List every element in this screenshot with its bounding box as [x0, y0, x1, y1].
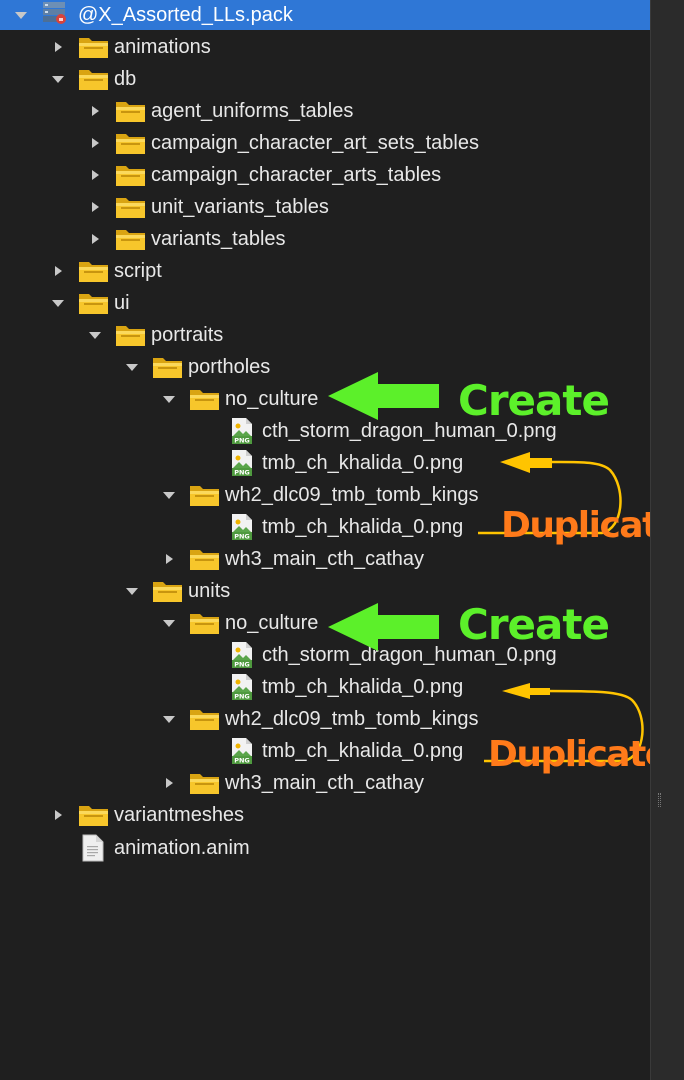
tree-item-label: portraits	[151, 324, 224, 346]
duplicate-annotation: Duplicate	[488, 734, 669, 775]
collapse-arrow-icon[interactable]	[125, 360, 139, 374]
png-file-icon	[230, 737, 254, 765]
tree-item-animation-anim[interactable]: animation.anim	[0, 832, 650, 864]
tree-root-label: @X_Assorted_LLs.pack	[78, 4, 293, 26]
png-file-icon	[230, 641, 254, 669]
png-file-icon	[230, 449, 254, 477]
collapse-arrow-icon[interactable]	[51, 72, 65, 86]
create-annotation: Create	[458, 376, 610, 425]
folder-icon	[152, 579, 183, 603]
tree-item-label: db	[114, 68, 137, 90]
collapse-arrow-icon[interactable]	[162, 488, 176, 502]
tree-item-agent-uniforms-tables[interactable]: agent_uniforms_tables	[0, 95, 650, 127]
tree-item-label: ui	[114, 292, 130, 314]
pack-file-icon	[40, 1, 71, 25]
tree-item-variantmeshes[interactable]: variantmeshes	[0, 799, 650, 831]
expand-arrow-icon[interactable]	[51, 808, 65, 822]
tree-item-campaign-character-art-sets-tables[interactable]: campaign_character_art_sets_tables	[0, 127, 650, 159]
tree-item-label: variantmeshes	[114, 804, 245, 826]
tree-item-animations[interactable]: animations	[0, 31, 650, 63]
tree-item-label: agent_uniforms_tables	[151, 100, 354, 122]
collapse-arrow-icon[interactable]	[125, 584, 139, 598]
folder-icon	[189, 483, 220, 507]
folder-icon	[189, 771, 220, 795]
expand-arrow-icon[interactable]	[162, 776, 176, 790]
tree-item-label: unit_variants_tables	[151, 196, 329, 218]
tree-item-label: tmb_ch_khalida_0.png	[262, 740, 464, 762]
vertical-scrollbar[interactable]	[650, 0, 684, 1080]
collapse-arrow-icon[interactable]	[162, 392, 176, 406]
tree-root-row[interactable]: @X_Assorted_LLs.pack	[0, 0, 650, 30]
folder-icon	[78, 67, 109, 91]
tree-item-db[interactable]: db	[0, 63, 650, 95]
folder-icon	[189, 387, 220, 411]
folder-icon	[115, 227, 146, 251]
expand-arrow-icon[interactable]	[51, 264, 65, 278]
folder-icon	[78, 803, 109, 827]
expand-arrow-icon[interactable]	[88, 104, 102, 118]
text-file-icon	[82, 834, 104, 862]
tree-item-label: tmb_ch_khalida_0.png	[262, 516, 464, 538]
tree-item-script[interactable]: script	[0, 255, 650, 287]
create-arrow-icon	[328, 603, 439, 651]
folder-icon	[152, 355, 183, 379]
png-file-icon	[230, 673, 254, 701]
tree-item-ui[interactable]: ui	[0, 287, 650, 319]
collapse-arrow-icon[interactable]	[51, 296, 65, 310]
folder-icon	[189, 611, 220, 635]
expand-arrow-icon[interactable]	[88, 200, 102, 214]
tree-item-label: tmb_ch_khalida_0.png	[262, 676, 464, 698]
png-file-icon	[230, 417, 254, 445]
folder-icon	[115, 195, 146, 219]
tree-item-unit-variants-tables[interactable]: unit_variants_tables	[0, 191, 650, 223]
folder-icon	[189, 547, 220, 571]
collapse-arrow-icon[interactable]	[162, 616, 176, 630]
tree-item-cathay[interactable]: wh3_main_cth_cathay	[0, 543, 650, 575]
tree-item-label: tmb_ch_khalida_0.png	[262, 452, 464, 474]
tree-item-label: animations	[114, 36, 211, 58]
expand-arrow-icon[interactable]	[51, 40, 65, 54]
create-arrow-icon	[328, 372, 439, 420]
tree-item-label: no_culture	[225, 388, 319, 410]
tree-item-label: campaign_character_art_sets_tables	[151, 132, 479, 154]
png-file-icon	[230, 513, 254, 541]
create-annotation: Create	[458, 600, 610, 649]
folder-icon	[78, 259, 109, 283]
expand-arrow-icon[interactable]	[88, 136, 102, 150]
scrollbar-grip-icon[interactable]	[658, 793, 661, 807]
tree-item-label: script	[114, 260, 162, 282]
expand-arrow-icon[interactable]	[162, 552, 176, 566]
tree-item-label: wh2_dlc09_tmb_tomb_kings	[225, 708, 479, 730]
collapse-arrow-icon[interactable]	[162, 712, 176, 726]
tree-item-portraits[interactable]: portraits	[0, 319, 650, 351]
expand-arrow-icon[interactable]	[88, 168, 102, 182]
folder-icon	[78, 35, 109, 59]
tree-item-label: portholes	[188, 356, 271, 378]
tree-item-label: wh3_main_cth_cathay	[225, 548, 425, 570]
tree-item-campaign-character-arts-tables[interactable]: campaign_character_arts_tables	[0, 159, 650, 191]
file-tree: @X_Assorted_LLs.pack animations db agent…	[0, 0, 682, 1080]
folder-icon	[115, 131, 146, 155]
tree-item-label: wh2_dlc09_tmb_tomb_kings	[225, 484, 479, 506]
folder-icon	[115, 323, 146, 347]
tree-item-label: units	[188, 580, 231, 602]
tree-item-label: animation.anim	[114, 837, 250, 859]
expand-arrow-icon[interactable]	[88, 232, 102, 246]
tree-item-label: no_culture	[225, 612, 319, 634]
tree-item-label: wh3_main_cth_cathay	[225, 772, 425, 794]
collapse-arrow-icon[interactable]	[88, 328, 102, 342]
folder-icon	[189, 707, 220, 731]
tree-item-label: campaign_character_arts_tables	[151, 164, 442, 186]
folder-icon	[78, 291, 109, 315]
collapse-arrow-icon[interactable]	[14, 8, 28, 22]
tree-item-variants-tables[interactable]: variants_tables	[0, 223, 650, 255]
folder-icon	[115, 163, 146, 187]
folder-icon	[115, 99, 146, 123]
tree-item-label: variants_tables	[151, 228, 286, 250]
